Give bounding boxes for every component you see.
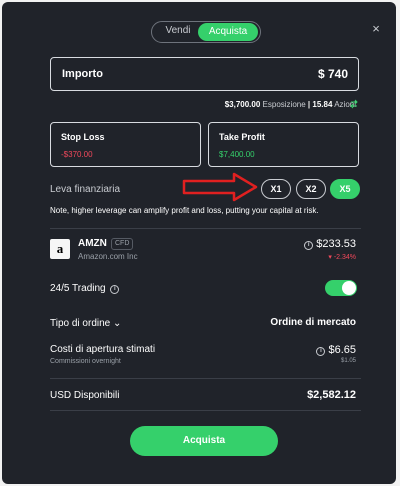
amount-label: Importo: [62, 68, 103, 80]
amount-value[interactable]: $ 740: [318, 67, 348, 81]
buy-button[interactable]: Acquista: [130, 426, 278, 456]
asset-ticker: AMZN: [78, 238, 107, 249]
leverage-note: Note, higher leverage can amplify profit…: [50, 206, 319, 215]
amazon-logo: a: [50, 239, 70, 259]
overnight-fees-label: Commissioni overnight: [50, 358, 121, 365]
asset-company: Amazon.com Inc: [78, 252, 138, 261]
leverage-label: Leva finanziaria: [50, 184, 121, 195]
trading-label-text: 24/5 Trading: [50, 283, 106, 294]
annotation-arrow: [182, 172, 258, 202]
exposure-separator: |: [307, 100, 311, 109]
chevron-down-icon: ⌄: [113, 318, 122, 329]
cfd-badge: CFD: [111, 238, 134, 250]
exposure-value: $3,700.00: [224, 100, 261, 109]
divider: [50, 228, 361, 229]
trading-label: 24/5 Trading i: [50, 283, 122, 294]
costs-value: i $6.65: [316, 344, 356, 356]
stop-loss-box[interactable]: Stop Loss -$370.00: [50, 122, 201, 167]
switch-units-icon[interactable]: [349, 99, 359, 109]
divider: [50, 378, 361, 379]
sell-tab[interactable]: Vendi: [158, 25, 198, 36]
info-icon[interactable]: i: [110, 285, 120, 294]
side-toggle: Vendi Acquista: [151, 21, 261, 43]
order-type-dropdown[interactable]: Tipo di ordine ⌄: [50, 318, 121, 329]
leverage-x5-button[interactable]: X5: [330, 179, 360, 199]
asset-price: i $233.53: [304, 238, 356, 250]
trading-24-5-toggle[interactable]: [325, 280, 357, 296]
toggle-knob: [342, 281, 356, 295]
exposure-info: $3,700.00 Esposizione | 15.84 Azioni: [225, 100, 356, 109]
divider: [50, 410, 361, 411]
order-type-value: Ordine di mercato: [270, 317, 356, 328]
shares-value: 15.84: [312, 100, 333, 109]
exposure-label: Esposizione: [262, 100, 306, 109]
leverage-x1-button[interactable]: X1: [261, 179, 291, 199]
asset-change: ▾ -2.34%: [328, 254, 356, 261]
trade-dialog: Vendi Acquista × Importo $ 740 $3,700.00…: [2, 2, 396, 484]
available-value: $2,582.12: [307, 389, 356, 401]
costs-value-text: $6.65: [328, 344, 356, 356]
stop-loss-title: Stop Loss: [61, 132, 105, 142]
overnight-fees-value: $1.05: [340, 358, 356, 364]
info-icon[interactable]: i: [304, 241, 314, 250]
take-profit-title: Take Profit: [219, 132, 265, 142]
costs-label: Costi di apertura stimati: [50, 344, 156, 355]
take-profit-value: $7,400.00: [219, 150, 255, 159]
close-icon[interactable]: ×: [369, 22, 383, 36]
available-label: USD Disponibili: [50, 390, 120, 401]
order-type-label: Tipo di ordine: [50, 318, 111, 329]
amount-field[interactable]: Importo $ 740: [50, 57, 359, 91]
asset-price-value: $233.53: [316, 238, 356, 250]
stop-loss-value: -$370.00: [61, 150, 93, 159]
buy-tab[interactable]: Acquista: [198, 23, 258, 41]
info-icon[interactable]: i: [316, 347, 326, 356]
leverage-x2-button[interactable]: X2: [296, 179, 326, 199]
take-profit-box[interactable]: Take Profit $7,400.00: [208, 122, 359, 167]
